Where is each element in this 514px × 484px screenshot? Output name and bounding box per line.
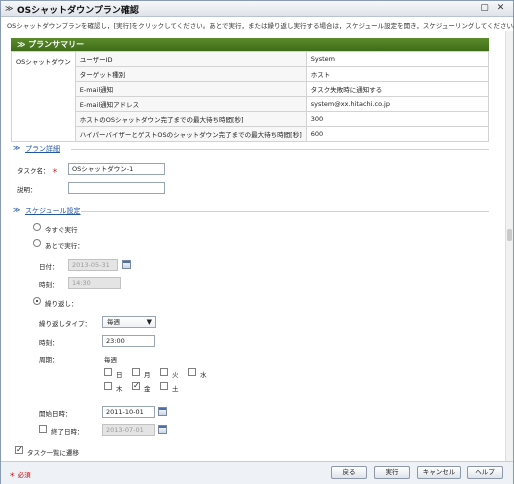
close-icon[interactable]: ✕ [495, 3, 506, 14]
run-later-radio[interactable] [33, 239, 41, 247]
summary-title: プランサマリー [28, 40, 85, 49]
date-input[interactable]: 2013-05-31 [68, 259, 118, 271]
day-checkbox-sun[interactable] [104, 368, 112, 376]
date-label: 日付： [39, 263, 59, 271]
summary-value: system@xx.hitachi.co.jp [305, 96, 490, 112]
table-row: E-mail通知 タスク失敗時に通知する [12, 81, 490, 97]
time-label: 時刻： [39, 281, 59, 289]
task-list-label: タスク一覧に遷移 [27, 449, 79, 457]
day-checkbox-tue[interactable] [160, 368, 168, 376]
end-datetime-label: 終了日時： [51, 428, 84, 436]
end-datetime-checkbox[interactable] [39, 425, 47, 433]
day-label: 土 [172, 385, 179, 393]
required-mark: ＊ [9, 471, 16, 479]
repeat-radio[interactable] [33, 297, 41, 305]
calendar-icon[interactable] [158, 425, 167, 434]
summary-value: タスク失敗時に通知する [305, 81, 490, 97]
run-later-label: あとで実行： [45, 242, 84, 250]
start-date-input[interactable]: 2011-10-01 [102, 406, 155, 418]
table-row: ホストのOSシャットダウン完了までの最大待ち時間[秒] 300 [12, 111, 490, 127]
collapse-icon[interactable]: ≫ [17, 40, 25, 49]
start-datetime-label: 開始日時： [39, 410, 72, 418]
required-mark: ＊ [51, 167, 59, 175]
day-label: 月 [144, 371, 151, 379]
schedule-settings-link[interactable]: スケジュール設定 [25, 206, 81, 216]
summary-row-label: OSシャットダウン [11, 51, 76, 142]
title-bar: ≫ OSシャットダウンプラン確認 ▢ ✕ [1, 1, 513, 17]
calendar-icon[interactable] [158, 407, 167, 416]
repeat-label: 繰り返し： [45, 300, 78, 308]
table-row: ターゲット種別 ホスト [12, 66, 490, 82]
task-name-input[interactable]: OSシャットダウン-1 [68, 163, 165, 175]
repeat-time-input[interactable]: 23:00 [102, 335, 155, 347]
section-divider [71, 149, 489, 150]
summary-key: ユーザーID [74, 51, 307, 67]
restore-icon[interactable]: ▢ [479, 3, 490, 14]
help-button[interactable]: ヘルプ [467, 466, 503, 479]
collapse-chevron-icon[interactable]: ≫ [5, 4, 13, 13]
dialog-window: ≫ OSシャットダウンプラン確認 ▢ ✕ OSシャットダウンプランを確認し，[実… [0, 0, 514, 484]
task-list-checkbox[interactable]: ✓ [15, 446, 23, 454]
description-label: 説明： [17, 186, 37, 194]
plan-detail-chevron-icon[interactable]: ≫ [13, 144, 20, 152]
dialog-title: OSシャットダウンプラン確認 [17, 6, 139, 16]
section-divider [81, 211, 489, 212]
summary-key: ターゲット種別 [74, 66, 307, 82]
run-button[interactable]: 実行 [374, 466, 410, 479]
summary-value: ホスト [305, 66, 490, 82]
table-row: ハイパーバイザーとゲストOSのシャットダウン完了までの最大待ち時間[秒] 600 [12, 126, 490, 142]
day-label: 金 [144, 385, 151, 393]
cancel-button[interactable]: キャンセル [417, 466, 461, 479]
day-checkbox-mon[interactable] [132, 368, 140, 376]
repeat-type-label: 繰り返しタイプ： [39, 320, 91, 328]
end-date-input[interactable]: 2013-07-01 [102, 424, 155, 436]
summary-key: ホストのOSシャットダウン完了までの最大待ち時間[秒] [74, 111, 307, 127]
summary-key: E-mail通知 [74, 81, 307, 97]
back-button[interactable]: 戻る [331, 466, 367, 479]
scrollbar-thumb[interactable] [507, 229, 512, 241]
table-row: OSシャットダウン ユーザーID System [11, 51, 490, 142]
table-row: E-mail通知アドレス system@xx.hitachi.co.jp [12, 96, 490, 112]
dropdown-arrow-icon: ▼ [146, 318, 152, 326]
calendar-icon[interactable] [122, 260, 131, 269]
summary-value: 600 [305, 126, 490, 142]
period-value: 毎週 [104, 356, 117, 364]
day-checkbox-fri[interactable]: ✓ [132, 382, 140, 390]
run-now-label: 今すぐ実行 [45, 226, 78, 234]
day-checkbox-thu[interactable] [104, 382, 112, 390]
day-label: 木 [116, 385, 123, 393]
repeat-type-select[interactable]: 毎週 ▼ [102, 316, 156, 328]
time-input[interactable]: 14:30 [68, 277, 121, 289]
summary-table: OSシャットダウン ユーザーID System ターゲット種別 ホスト E-ma… [11, 51, 490, 142]
run-now-radio[interactable] [33, 223, 41, 231]
day-label: 水 [200, 371, 207, 379]
plan-detail-link[interactable]: プラン詳細 [25, 144, 60, 154]
day-checkbox-sat[interactable] [160, 382, 168, 390]
description-input[interactable] [68, 182, 165, 194]
footer-bar: ＊ 必須 戻る 実行 キャンセル ヘルプ [1, 461, 513, 484]
task-name-label: タスク名： ＊ [17, 167, 59, 175]
day-label: 日 [116, 371, 123, 379]
summary-value: System [305, 51, 490, 67]
summary-header: ≫ プランサマリー [11, 38, 489, 51]
required-note: ＊ 必須 [9, 471, 31, 479]
description-text: OSシャットダウンプランを確認し，[実行]をクリックしてください。あとで実行，ま… [7, 22, 514, 30]
summary-key: ハイパーバイザーとゲストOSのシャットダウン完了までの最大待ち時間[秒] [74, 126, 307, 142]
repeat-time-label: 時刻： [39, 339, 59, 347]
vertical-scrollbar[interactable] [505, 31, 513, 461]
summary-value: 300 [305, 111, 490, 127]
schedule-chevron-icon[interactable]: ≫ [13, 206, 20, 214]
day-checkbox-wed[interactable] [188, 368, 196, 376]
period-label: 周期： [39, 356, 59, 364]
repeat-type-value: 毎週 [107, 318, 120, 326]
summary-key: E-mail通知アドレス [74, 96, 307, 112]
day-label: 火 [172, 371, 179, 379]
